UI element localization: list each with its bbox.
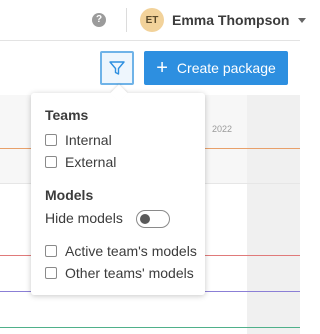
dropdown-pointer xyxy=(110,84,128,102)
top-bar: ? ET Emma Thompson xyxy=(0,0,307,41)
models-section-title: Models xyxy=(45,187,94,203)
toggle-knob xyxy=(140,214,150,224)
user-name: Emma Thompson xyxy=(172,12,290,28)
filter-funnel-icon xyxy=(109,61,125,75)
plus-icon: + xyxy=(156,57,168,79)
filter-option-external[interactable]: External xyxy=(45,154,116,170)
timeline-column xyxy=(247,95,300,334)
active-team-models-label: Active team's models xyxy=(65,243,197,259)
filter-option-internal[interactable]: Internal xyxy=(45,132,112,148)
filter-option-other-teams-models[interactable]: Other teams' models xyxy=(45,265,194,281)
create-package-button[interactable]: + Create package xyxy=(144,51,288,85)
filter-button[interactable] xyxy=(100,51,134,85)
hide-models-toggle[interactable] xyxy=(136,210,170,228)
teams-section-title: Teams xyxy=(45,107,89,123)
chevron-down-icon xyxy=(298,17,307,23)
question-circle-icon[interactable]: ? xyxy=(92,13,106,27)
filter-dropdown: Teams Internal External Models Hide mode… xyxy=(31,84,205,295)
external-label: External xyxy=(65,154,117,170)
avatar: ET xyxy=(140,8,164,32)
hide-models-label: Hide models xyxy=(45,210,123,226)
other-teams-models-label: Other teams' models xyxy=(65,265,194,281)
user-menu[interactable]: ET Emma Thompson xyxy=(140,8,307,32)
timeline-lane-line xyxy=(0,327,300,328)
active-team-models-checkbox[interactable] xyxy=(45,245,57,257)
filter-option-active-team-models[interactable]: Active team's models xyxy=(45,243,197,259)
internal-label: Internal xyxy=(65,132,112,148)
other-teams-models-checkbox[interactable] xyxy=(45,267,57,279)
create-package-label: Create package xyxy=(176,60,276,76)
external-checkbox[interactable] xyxy=(45,156,57,168)
internal-checkbox[interactable] xyxy=(45,134,57,146)
timeline-year-label: 2022 xyxy=(212,124,233,134)
header-divider xyxy=(126,8,127,32)
